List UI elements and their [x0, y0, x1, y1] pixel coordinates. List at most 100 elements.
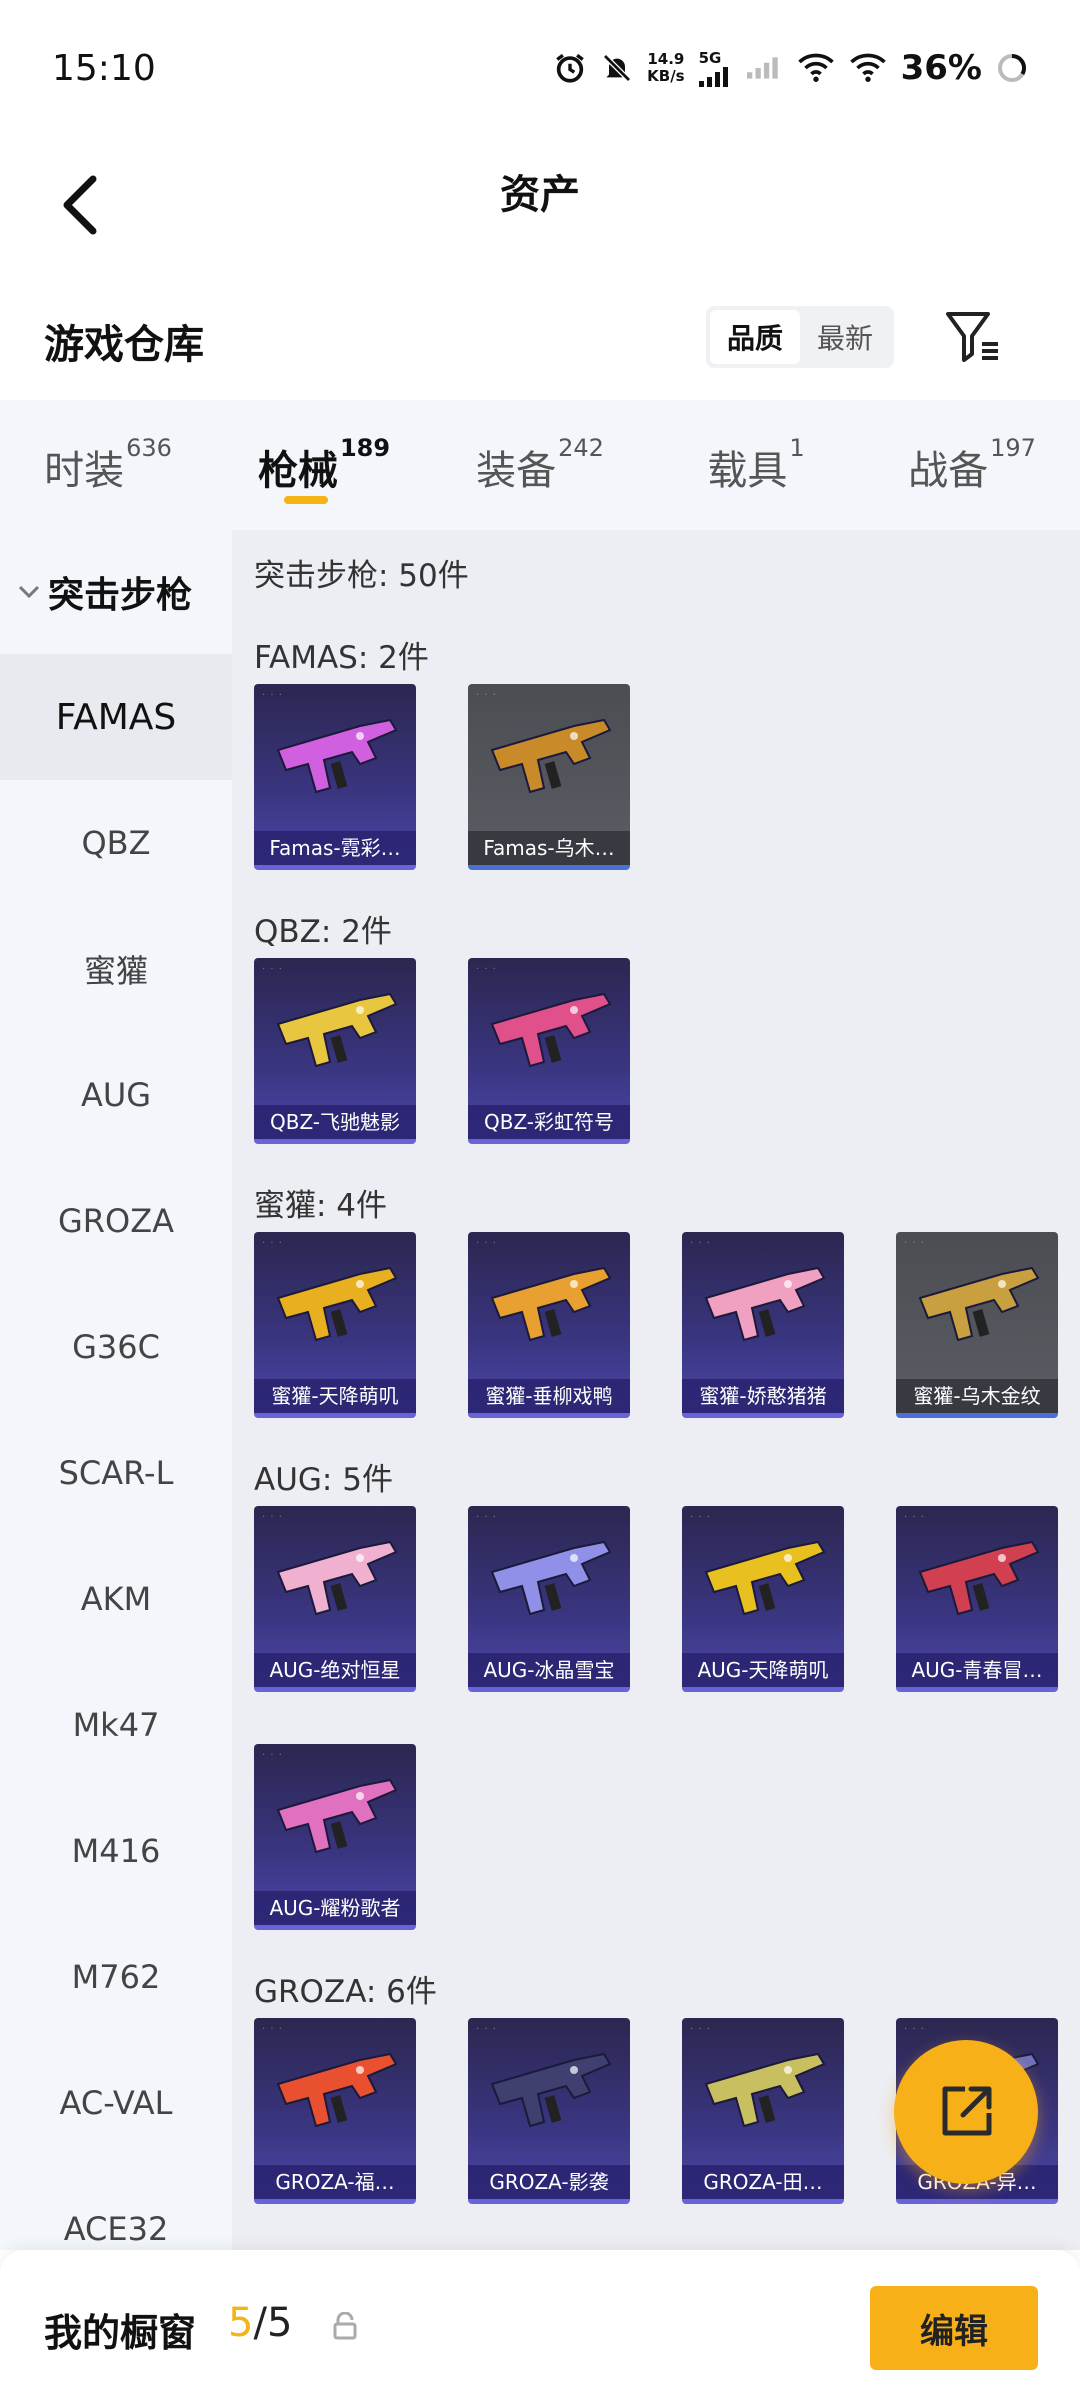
weapon-card[interactable]: · · · GROZA-福…: [254, 2018, 416, 2204]
sidebar-category-header[interactable]: 突击步枪: [0, 530, 232, 654]
wifi-icon-2: [849, 53, 886, 82]
sidebar-item-akm[interactable]: AKM: [0, 1536, 232, 1662]
card-decoration: · · ·: [262, 1238, 283, 1249]
weapon-name: GROZA-田…: [682, 2165, 844, 2199]
weapon-card[interactable]: · · · 蜜獾-垂柳戏鸭: [468, 1232, 630, 1418]
weapon-card[interactable]: · · · 蜜獾-天降萌叽: [254, 1232, 416, 1418]
sidebar-item--[interactable]: 蜜獾: [0, 906, 232, 1032]
weapon-name: 蜜獾-垂柳戏鸭: [468, 1379, 630, 1413]
showcase-count: 5/5: [228, 2300, 293, 2346]
tab-supplies[interactable]: 战备197: [864, 400, 1080, 530]
weapon-card[interactable]: · · · QBZ-飞驰魅影: [254, 958, 416, 1144]
signal-weak-icon: [746, 57, 778, 79]
weapon-card[interactable]: · · · Famas-霓彩…: [254, 684, 416, 870]
card-decoration: · · ·: [690, 1512, 711, 1523]
warehouse-toolbar: 游戏仓库 品质 最新: [0, 290, 1080, 400]
card-decoration: · · ·: [262, 964, 283, 975]
tab-fashion[interactable]: 时装636: [0, 400, 216, 530]
weapon-card[interactable]: · · · AUG-绝对恒星: [254, 1506, 416, 1692]
weapon-name: Famas-乌木…: [468, 831, 630, 865]
tab-vehicles[interactable]: 载具1: [648, 400, 864, 530]
app-header: 资产: [0, 140, 1080, 290]
filter-icon: [946, 312, 998, 362]
sort-toggle: 品质 最新: [706, 306, 894, 368]
weapon-image: [906, 1524, 1048, 1644]
group-title: GROZA: 6件: [254, 1974, 437, 2010]
card-decoration: · · ·: [262, 2024, 283, 2035]
tab-active-indicator: [284, 496, 328, 504]
sidebar-item-aug[interactable]: AUG: [0, 1032, 232, 1158]
wifi-icon: [797, 53, 834, 82]
weapon-card[interactable]: · · · GROZA-影袭: [468, 2018, 630, 2204]
weapon-image: [264, 702, 406, 822]
card-decoration: · · ·: [476, 1512, 497, 1523]
weapon-card[interactable]: · · · 蜜獾-乌木金纹: [896, 1232, 1058, 1418]
lock-icon: [333, 2312, 357, 2340]
sidebar-item-famas[interactable]: FAMAS: [0, 654, 232, 780]
group-title: FAMAS: 2件: [254, 640, 429, 676]
weapon-name: 蜜獾-娇憨猪猪: [682, 1379, 844, 1413]
sort-newest-button[interactable]: 最新: [800, 310, 890, 364]
sidebar-item-g36c[interactable]: G36C: [0, 1284, 232, 1410]
sidebar-item-mk47[interactable]: Mk47: [0, 1662, 232, 1788]
sidebar-item-m762[interactable]: M762: [0, 1914, 232, 2040]
group-title: AUG: 5件: [254, 1462, 393, 1498]
sidebar-list: FAMAS QBZ 蜜獾 AUG GROZA G36C SCAR-L AKM Mk47 M416 M…: [0, 654, 232, 2250]
status-time: 15:10: [52, 48, 156, 89]
weapon-image: [264, 976, 406, 1096]
sidebar-item-scar-l[interactable]: SCAR-L: [0, 1410, 232, 1536]
group-title: 蜜獾: 4件: [254, 1188, 388, 1224]
filter-button[interactable]: [940, 304, 1006, 370]
card-decoration: · · ·: [262, 1512, 283, 1523]
card-decoration: · · ·: [904, 2024, 925, 2035]
weapon-image: [478, 976, 620, 1096]
card-decoration: · · ·: [476, 690, 497, 701]
warehouse-title: 游戏仓库: [44, 322, 204, 368]
external-link-icon: [942, 2086, 992, 2136]
chevron-down-icon: [18, 585, 40, 599]
sidebar-item-groza[interactable]: GROZA: [0, 1158, 232, 1284]
weapon-card[interactable]: · · · AUG-天降萌叽: [682, 1506, 844, 1692]
weapon-card[interactable]: · · · 蜜獾-娇憨猪猪: [682, 1232, 844, 1418]
showcase-label: 我的橱窗: [44, 2311, 197, 2355]
weapon-name: AUG-天降萌叽: [682, 1653, 844, 1687]
weapon-image: [264, 1762, 406, 1882]
sort-quality-button[interactable]: 品质: [710, 310, 800, 364]
weapon-image: [478, 702, 620, 822]
weapon-image: [692, 2036, 834, 2156]
weapon-image: [264, 2036, 406, 2156]
weapon-image: [906, 1250, 1048, 1370]
weapon-image: [478, 1250, 620, 1370]
weapon-image: [478, 2036, 620, 2156]
weapon-card[interactable]: · · · Famas-乌木…: [468, 684, 630, 870]
sidebar-item-ac-val[interactable]: AC-VAL: [0, 2040, 232, 2166]
card-decoration: · · ·: [476, 964, 497, 975]
mute-bell-icon: [603, 54, 632, 82]
card-decoration: · · ·: [904, 1512, 925, 1523]
weapon-image: [264, 1524, 406, 1644]
page-title: 资产: [500, 172, 580, 218]
sidebar-item-ace32[interactable]: ACE32: [0, 2166, 232, 2250]
weapon-card[interactable]: · · · AUG-耀粉歌者: [254, 1744, 416, 1930]
weapon-card[interactable]: · · · AUG-冰晶雪宝: [468, 1506, 630, 1692]
tab-firearms[interactable]: 枪械189: [216, 400, 432, 530]
sidebar-item-qbz[interactable]: QBZ: [0, 780, 232, 906]
share-fab[interactable]: [894, 2040, 1038, 2184]
battery-icon: [998, 54, 1026, 82]
weapon-name: AUG-耀粉歌者: [254, 1891, 416, 1925]
weapon-name: AUG-青春冒…: [896, 1653, 1058, 1687]
weapon-name: 蜜獾-乌木金纹: [896, 1379, 1058, 1413]
weapon-card[interactable]: · · · QBZ-彩虹符号: [468, 958, 630, 1144]
status-icons: 14.9 KB/s 5G 36%: [553, 48, 1028, 88]
weapon-card[interactable]: · · · AUG-青春冒…: [896, 1506, 1058, 1692]
weapon-image: [692, 1250, 834, 1370]
status-bar: 15:10 14.9 KB/s 5G 36%: [0, 0, 1080, 140]
weapon-name: QBZ-飞驰魅影: [254, 1105, 416, 1139]
weapon-card[interactable]: · · · GROZA-田…: [682, 2018, 844, 2204]
network-speed: 14.9 KB/s: [647, 50, 685, 85]
weapon-name: GROZA-影袭: [468, 2165, 630, 2199]
edit-button[interactable]: 编辑: [870, 2286, 1038, 2370]
tab-equipment[interactable]: 装备242: [432, 400, 648, 530]
showcase-bar: 我的橱窗 5/5 编辑: [0, 2250, 1080, 2400]
sidebar-item-m416[interactable]: M416: [0, 1788, 232, 1914]
